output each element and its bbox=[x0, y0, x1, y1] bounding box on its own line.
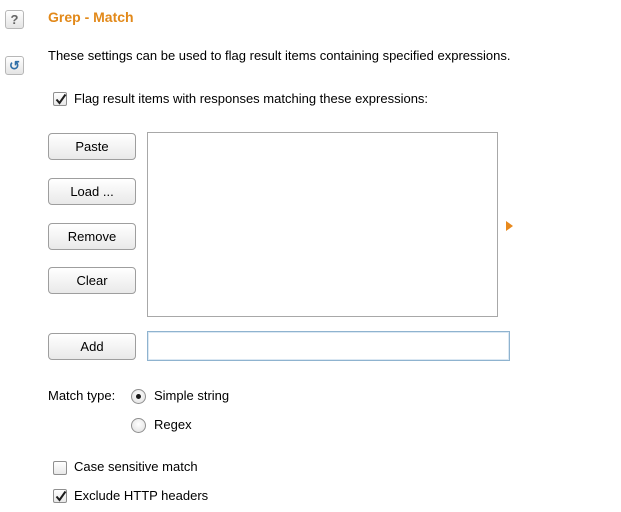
regex-label: Regex bbox=[154, 417, 192, 432]
reset-button[interactable]: ↺ bbox=[5, 56, 24, 75]
flag-results-checkbox[interactable] bbox=[53, 92, 67, 106]
reset-icon: ↺ bbox=[9, 57, 20, 73]
section-title: Grep - Match bbox=[48, 9, 134, 25]
match-type-label: Match type: bbox=[48, 388, 116, 403]
clear-button[interactable]: Clear bbox=[48, 267, 136, 294]
simple-string-label: Simple string bbox=[154, 388, 230, 403]
expressions-list[interactable] bbox=[147, 132, 498, 317]
checkmark-icon bbox=[55, 93, 67, 105]
case-sensitive-label: Case sensitive match bbox=[74, 459, 198, 474]
radio-simple-string[interactable] bbox=[131, 389, 146, 404]
case-sensitive-checkbox[interactable] bbox=[53, 461, 67, 475]
add-expression-input[interactable] bbox=[147, 331, 510, 361]
checkmark-icon bbox=[55, 490, 67, 502]
expand-arrow-icon[interactable] bbox=[506, 221, 513, 231]
exclude-headers-checkbox[interactable] bbox=[53, 489, 67, 503]
paste-button[interactable]: Paste bbox=[48, 133, 136, 160]
exclude-headers-label: Exclude HTTP headers bbox=[74, 488, 209, 503]
add-button[interactable]: Add bbox=[48, 333, 136, 360]
flag-results-label: Flag result items with responses matchin… bbox=[74, 91, 429, 106]
radio-regex[interactable] bbox=[131, 418, 146, 433]
help-button[interactable]: ? bbox=[5, 10, 24, 29]
section-description: These settings can be used to flag resul… bbox=[48, 48, 511, 63]
load-button[interactable]: Load ... bbox=[48, 178, 136, 205]
help-icon: ? bbox=[10, 12, 19, 27]
remove-button[interactable]: Remove bbox=[48, 223, 136, 250]
radio-selected-dot bbox=[136, 394, 141, 399]
